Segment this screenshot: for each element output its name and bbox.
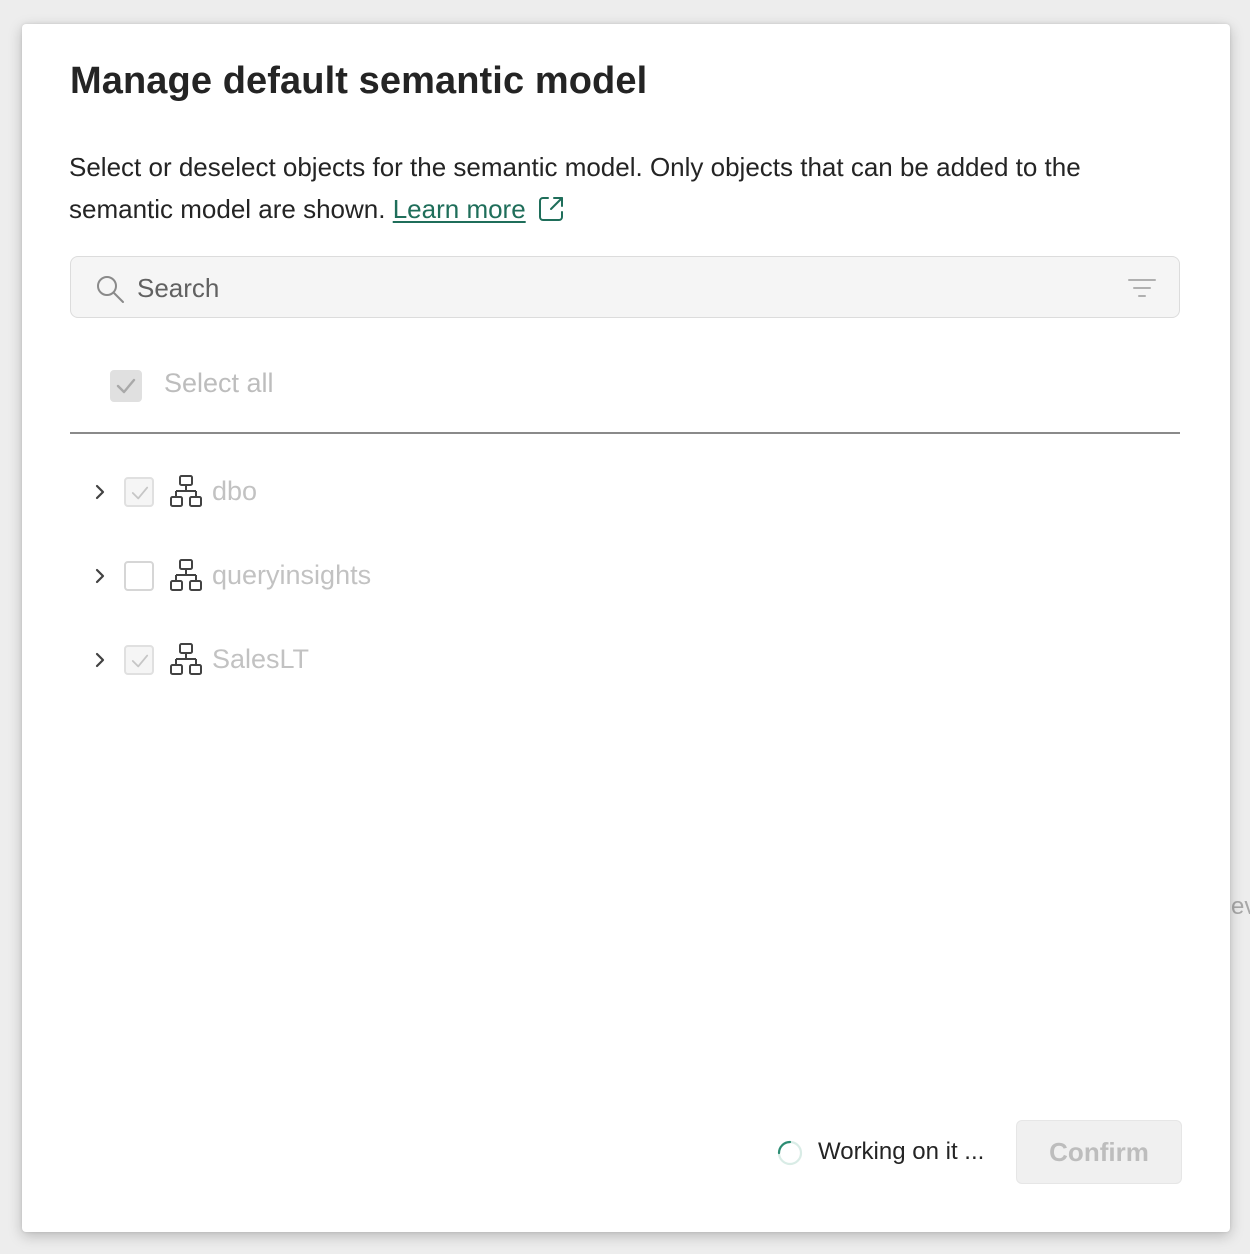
select-all-row: Select all [70, 352, 1180, 434]
schema-checkbox-saleslt[interactable] [124, 645, 154, 675]
search-input[interactable] [135, 267, 1099, 309]
schema-icon [170, 643, 202, 675]
filter-icon[interactable] [1127, 277, 1157, 299]
spinner-icon [777, 1140, 803, 1166]
schema-label-saleslt: SalesLT [212, 644, 310, 674]
learn-more-link[interactable]: Learn more [393, 194, 526, 224]
schema-label-dbo: dbo [212, 476, 258, 506]
schema-checkbox-queryinsights[interactable] [124, 561, 154, 591]
tree-row-dbo[interactable]: dbo [70, 462, 1180, 522]
search-icon [97, 276, 124, 303]
chevron-right-icon[interactable] [92, 648, 108, 672]
select-all-checkbox[interactable] [110, 370, 142, 402]
schema-icon [170, 475, 202, 507]
status-text: Working on it ... [818, 1138, 985, 1165]
schema-label-queryinsights: queryinsights [212, 560, 372, 590]
checkmark-icon [116, 378, 136, 394]
tree-row-queryinsights[interactable]: queryinsights [70, 546, 1180, 606]
select-all-label: Select all [164, 368, 274, 398]
checkmark-icon [131, 654, 149, 668]
chevron-right-icon[interactable] [92, 564, 108, 588]
dialog-title: Manage default semantic model [70, 60, 648, 102]
manage-semantic-model-dialog: Manage default semantic model Select or … [22, 24, 1230, 1232]
checkmark-icon [131, 486, 149, 500]
description-text: Select or deselect objects for the seman… [69, 152, 1081, 224]
schema-checkbox-dbo[interactable] [124, 477, 154, 507]
chevron-right-icon[interactable] [92, 480, 108, 504]
confirm-button[interactable]: Confirm [1016, 1120, 1182, 1184]
tree-row-saleslt[interactable]: SalesLT [70, 630, 1180, 690]
dialog-description: Select or deselect objects for the seman… [69, 146, 1179, 230]
search-box[interactable] [70, 256, 1180, 318]
schema-icon [170, 559, 202, 591]
external-link-icon[interactable] [536, 194, 566, 224]
background-peek-text: evi [1231, 893, 1250, 920]
